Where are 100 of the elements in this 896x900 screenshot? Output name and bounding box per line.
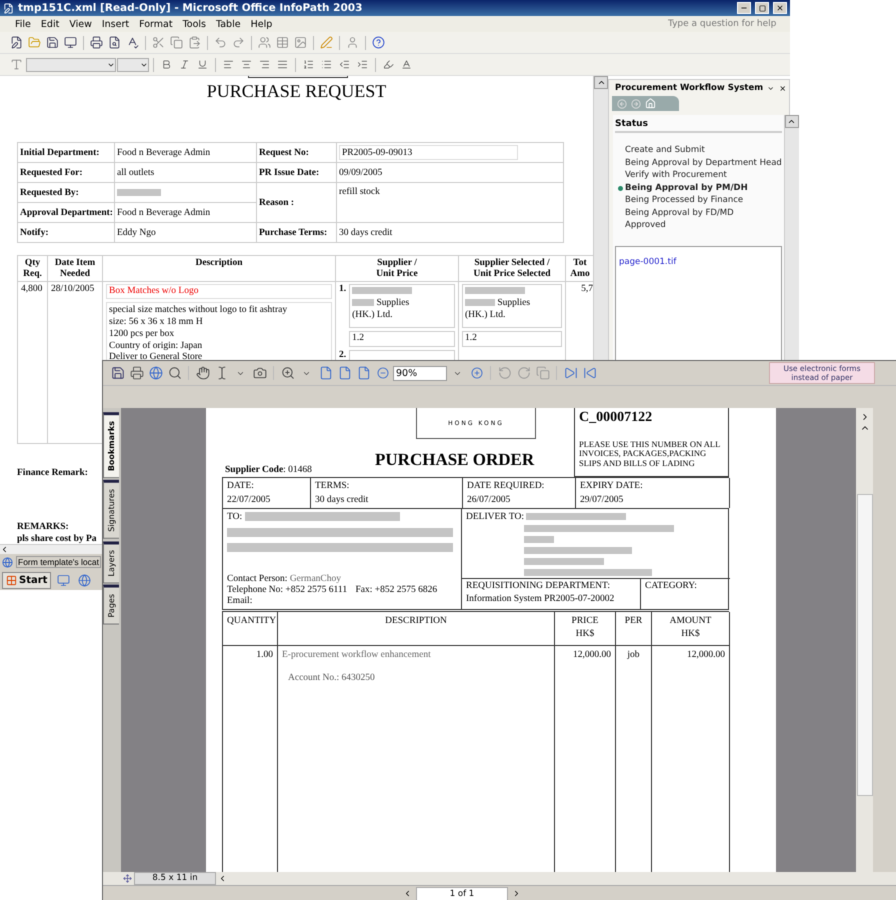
vertical-scrollbar[interactable] [856, 408, 873, 872]
contact-label: Contact Person: [227, 574, 288, 584]
supplier-number: 2. [339, 350, 346, 362]
workflow-step: Being Processed by Finance [615, 195, 782, 205]
menu-item[interactable]: Tools [178, 17, 211, 31]
maximize-button[interactable] [755, 2, 769, 14]
email-label: Email: [227, 596, 254, 606]
table-icon[interactable] [274, 34, 291, 51]
redaction-bar [352, 299, 374, 306]
request-number-field[interactable]: PR2005-09-09013 [339, 145, 518, 160]
windows-logo-icon [6, 574, 17, 586]
help-icon[interactable] [370, 34, 387, 51]
redaction-bar [465, 287, 525, 294]
help-search-field[interactable]: Type a question for help [666, 17, 780, 31]
people-icon[interactable] [256, 34, 273, 51]
remarks-label: REMARKS: [17, 522, 69, 532]
field-label: Purchase Terms: [257, 223, 337, 243]
scroll-up-button[interactable] [594, 76, 608, 89]
picture-icon[interactable] [292, 34, 309, 51]
field-value: refill stock [337, 183, 564, 223]
move-icon [123, 874, 132, 883]
supplier-name-field[interactable]: Supplies (HK.) Ltd. [349, 284, 455, 328]
field-value: Food n Beverage Admin [115, 203, 257, 223]
zoom-field[interactable]: 90% [393, 366, 447, 380]
window-title: tmp151C.xml [Read-Only] - Microsoft Office InfoPath 2003 [18, 2, 364, 14]
print-icon[interactable] [88, 34, 105, 51]
page-number-field[interactable]: 1 of 1 [416, 886, 508, 900]
menu-item[interactable]: Edit [36, 17, 64, 31]
field-label: DATE REQUIRED: [467, 481, 546, 491]
field-label: Reason : [257, 183, 337, 223]
remarks-text: pls share cost by Pa [17, 534, 97, 544]
contact-name: GermanChoy [290, 574, 341, 584]
field-value: 09/09/2005 [337, 163, 564, 183]
redaction-bar [352, 287, 412, 294]
field-label: TERMS: [315, 481, 350, 491]
field-label: EXPIRY DATE: [580, 481, 644, 491]
browser-icon[interactable] [76, 572, 94, 588]
minimize-button[interactable] [737, 2, 751, 14]
close-icon[interactable] [778, 84, 786, 92]
redaction-bar [524, 536, 554, 543]
column-header: PER [616, 612, 652, 646]
menu-item[interactable]: View [64, 17, 97, 31]
finance-remark-label: Finance Remark: [17, 468, 88, 478]
redaction-bar [465, 299, 495, 306]
scroll-left-icon[interactable] [218, 874, 227, 883]
workflow-step: Being Approval by FD/MD [615, 208, 782, 218]
field-label: Request No: [257, 143, 337, 163]
menu-item[interactable]: Help [246, 17, 278, 31]
close-button[interactable] [773, 2, 787, 14]
column-header: Supplier / Unit Price [336, 256, 459, 282]
line-description: E-procurement workflow enhancement [282, 649, 432, 662]
unit-price-field[interactable]: 1.2 [349, 331, 455, 347]
menu-item[interactable]: Insert [96, 17, 134, 31]
menu-item[interactable]: File [10, 17, 36, 31]
supplier-number: 1. [339, 284, 346, 296]
field-label: DATE: [227, 481, 255, 491]
form-title: PURCHASE REQUEST [206, 81, 388, 102]
field-label: Requested By: [18, 183, 115, 203]
field-label: PR Issue Date: [257, 163, 337, 183]
attachment-link[interactable]: page-0001.tif [619, 257, 676, 267]
task-pane-title: Procurement Workflow System [615, 83, 764, 93]
item-name-field[interactable]: Box Matches w/o Logo [106, 284, 332, 299]
workflow-step: Being Approval by Department Head [615, 158, 782, 168]
side-tab[interactable]: Bookmarks [103, 412, 119, 478]
column-header: Description [103, 256, 336, 282]
field-value: Information System PR2005-07-20002 [466, 594, 616, 604]
side-tab[interactable]: Layers [103, 540, 119, 584]
scroll-left-icon[interactable] [0, 545, 9, 554]
menu-item[interactable]: Table [211, 17, 246, 31]
scroll-up-button[interactable] [784, 115, 799, 128]
next-page-icon[interactable] [512, 889, 521, 898]
field-value: 30 days credit [315, 495, 370, 505]
column-header: Qty Req. [18, 256, 48, 282]
field-value: 22/07/2005 [227, 495, 272, 505]
column-header: QUANTITY [223, 612, 278, 646]
column-header: PRICE HK$ [555, 612, 616, 646]
account-number: Account No.: 6430250 [288, 672, 376, 686]
field-label: REQUISITIONING DEPARTMENT: [466, 581, 612, 591]
deliver-to-label: DELIVER TO: [466, 512, 524, 522]
side-tab[interactable]: Pages [103, 585, 119, 625]
selected-price-field[interactable]: 1.2 [462, 331, 562, 347]
current-step-icon [618, 186, 623, 190]
close-icon [776, 4, 784, 12]
telephone-text: Telephone No: +852 2575 6111 [227, 585, 348, 595]
copy-icon[interactable] [168, 34, 185, 51]
workflow-step: Approved [615, 220, 782, 230]
previous-page-icon[interactable] [403, 889, 412, 898]
hand-tool-icon[interactable] [194, 364, 211, 382]
column-header: DESCRIPTION [278, 612, 555, 646]
to-label: TO: [227, 512, 242, 522]
menu-item[interactable]: Format [134, 17, 178, 31]
column-header: Supplier Selected / Unit Price Selected [459, 256, 566, 282]
side-tab[interactable]: Signatures [103, 480, 119, 539]
save-icon[interactable] [44, 34, 61, 51]
start-button[interactable]: Start [2, 572, 52, 588]
network-icon [2, 556, 13, 568]
table-cell: 4,800 [18, 282, 48, 444]
selected-supplier-field[interactable]: Supplies (HK.) Ltd. [462, 284, 562, 328]
print-icon[interactable] [128, 364, 145, 382]
field-value: 30 days credit [337, 223, 564, 243]
